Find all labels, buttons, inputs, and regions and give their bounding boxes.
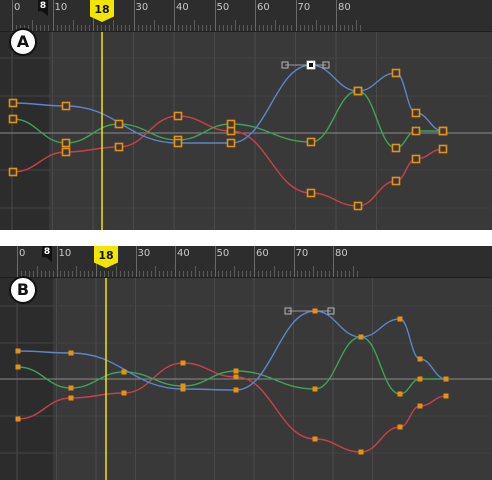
ruler-major-tick bbox=[333, 246, 334, 278]
square-keyframe-icon[interactable] bbox=[180, 386, 186, 392]
ruler-tick-label: 70 bbox=[297, 2, 311, 13]
square-keyframe-icon[interactable] bbox=[358, 449, 364, 455]
ruler-major-tick bbox=[175, 246, 176, 278]
panel-separator bbox=[0, 230, 492, 246]
ruler-tick-label: 80 bbox=[335, 248, 348, 259]
ruler-tick-label: 30 bbox=[137, 248, 151, 259]
timeline-ruler-a[interactable]: 01020304050607080 bbox=[0, 0, 492, 32]
curve-red[interactable] bbox=[17, 362, 447, 453]
ruler-tick-label: 0 bbox=[14, 2, 21, 13]
square-keyframe-icon[interactable] bbox=[391, 176, 401, 186]
square-keyframe-icon[interactable] bbox=[312, 436, 318, 442]
square-keyframe-icon[interactable] bbox=[180, 360, 186, 366]
square-keyframe-icon[interactable] bbox=[15, 348, 21, 354]
ruler-major-tick bbox=[17, 246, 18, 278]
square-keyframe-icon[interactable] bbox=[68, 350, 74, 356]
ruler-major-tick bbox=[214, 246, 216, 278]
ruler-major-tick bbox=[174, 0, 175, 32]
square-keyframe-icon[interactable] bbox=[397, 316, 403, 322]
square-keyframe-icon[interactable] bbox=[443, 376, 449, 382]
ruler-major-tick bbox=[52, 0, 54, 32]
square-keyframe-icon[interactable] bbox=[353, 86, 363, 96]
square-keyframe-icon[interactable] bbox=[173, 111, 183, 121]
panel-label-b: B bbox=[9, 276, 37, 304]
ruler-divider bbox=[0, 31, 492, 32]
square-keyframe-icon[interactable] bbox=[233, 368, 239, 374]
ruler-tick-label: 70 bbox=[295, 248, 309, 259]
square-keyframe-icon[interactable] bbox=[8, 98, 18, 108]
curve-graph-a[interactable] bbox=[0, 0, 492, 230]
square-keyframe-icon[interactable] bbox=[443, 393, 449, 399]
ruler-tick-label: 10 bbox=[54, 2, 68, 13]
square-keyframe-icon[interactable] bbox=[358, 334, 364, 340]
square-keyframe-icon[interactable] bbox=[417, 356, 423, 362]
square-keyframe-icon[interactable] bbox=[121, 390, 127, 396]
square-keyframe-icon[interactable] bbox=[15, 416, 21, 422]
square-keyframe-icon[interactable] bbox=[61, 138, 71, 148]
square-keyframe-icon[interactable] bbox=[397, 391, 403, 397]
ruler-major-tick bbox=[12, 0, 13, 32]
curve-graph-b[interactable] bbox=[0, 246, 492, 480]
square-keyframe-icon[interactable] bbox=[68, 385, 74, 391]
square-keyframe-icon[interactable] bbox=[411, 126, 421, 136]
ruler-divider bbox=[0, 277, 492, 278]
ruler-tick-label: 50 bbox=[216, 248, 230, 259]
square-keyframe-icon[interactable] bbox=[391, 68, 401, 78]
ruler-tick-label: 0 bbox=[19, 248, 26, 259]
ruler-tick-label: 80 bbox=[338, 2, 351, 13]
ruler-tick-label: 60 bbox=[257, 2, 270, 13]
ruler-tick-label: 40 bbox=[176, 2, 189, 13]
square-keyframe-icon[interactable] bbox=[438, 144, 448, 154]
square-keyframe-icon[interactable] bbox=[233, 374, 239, 380]
square-keyframe-icon[interactable] bbox=[353, 201, 363, 211]
square-keyframe-icon[interactable] bbox=[411, 108, 421, 118]
curve-green[interactable] bbox=[17, 336, 446, 395]
square-keyframe-icon[interactable] bbox=[226, 138, 236, 148]
ruler-tick-label: 40 bbox=[177, 248, 190, 259]
ruler-tick-label: 30 bbox=[135, 2, 149, 13]
square-keyframe-icon[interactable] bbox=[61, 101, 71, 111]
curve-blue[interactable] bbox=[17, 310, 447, 391]
square-keyframe-icon[interactable] bbox=[397, 424, 403, 430]
ruler-major-tick bbox=[133, 0, 135, 32]
square-keyframe-icon[interactable] bbox=[411, 154, 421, 164]
ruler-major-tick bbox=[336, 0, 337, 32]
pre-start-shade bbox=[0, 32, 49, 230]
square-keyframe-icon[interactable] bbox=[114, 142, 124, 152]
graph-editor-panel-b[interactable]: 01020304050607080 8 18 B bbox=[0, 246, 492, 480]
square-keyframe-icon[interactable] bbox=[233, 387, 239, 393]
square-keyframe-icon[interactable] bbox=[417, 403, 423, 409]
square-keyframe-icon[interactable] bbox=[121, 369, 127, 375]
selected-key-center bbox=[309, 63, 313, 67]
graph-editor-panel-a[interactable]: 01020304050607080 8 18 A bbox=[0, 0, 492, 230]
ruler-major-tick bbox=[254, 246, 255, 278]
square-keyframe-icon[interactable] bbox=[114, 119, 124, 129]
ruler-tick-label: 10 bbox=[58, 248, 72, 259]
square-keyframe-icon[interactable] bbox=[306, 188, 316, 198]
panel-label-a: A bbox=[9, 28, 37, 56]
square-keyframe-icon[interactable] bbox=[15, 364, 21, 370]
ruler-tick-label: 50 bbox=[216, 2, 230, 13]
square-keyframe-icon[interactable] bbox=[306, 137, 316, 147]
timeline-ruler-b[interactable]: 01020304050607080 bbox=[0, 246, 492, 278]
ruler-major-tick bbox=[295, 0, 297, 32]
square-keyframe-icon[interactable] bbox=[61, 147, 71, 157]
square-keyframe-icon[interactable] bbox=[417, 376, 423, 382]
square-keyframe-icon[interactable] bbox=[8, 167, 18, 177]
square-keyframe-icon[interactable] bbox=[226, 119, 236, 129]
square-keyframe-icon[interactable] bbox=[173, 138, 183, 148]
ruler-major-tick bbox=[255, 0, 256, 32]
square-keyframe-icon[interactable] bbox=[312, 308, 318, 314]
square-keyframe-icon[interactable] bbox=[8, 114, 18, 124]
ruler-tick-label: 60 bbox=[256, 248, 269, 259]
square-keyframe-icon[interactable] bbox=[68, 395, 74, 401]
ruler-major-tick bbox=[214, 0, 216, 32]
square-keyframe-icon[interactable] bbox=[226, 126, 236, 136]
ruler-major-tick bbox=[135, 246, 137, 278]
square-keyframe-icon[interactable] bbox=[391, 143, 401, 153]
square-keyframe-icon[interactable] bbox=[438, 126, 448, 136]
ruler-major-tick bbox=[56, 246, 58, 278]
ruler-major-tick bbox=[293, 246, 295, 278]
square-keyframe-icon[interactable] bbox=[312, 386, 318, 392]
